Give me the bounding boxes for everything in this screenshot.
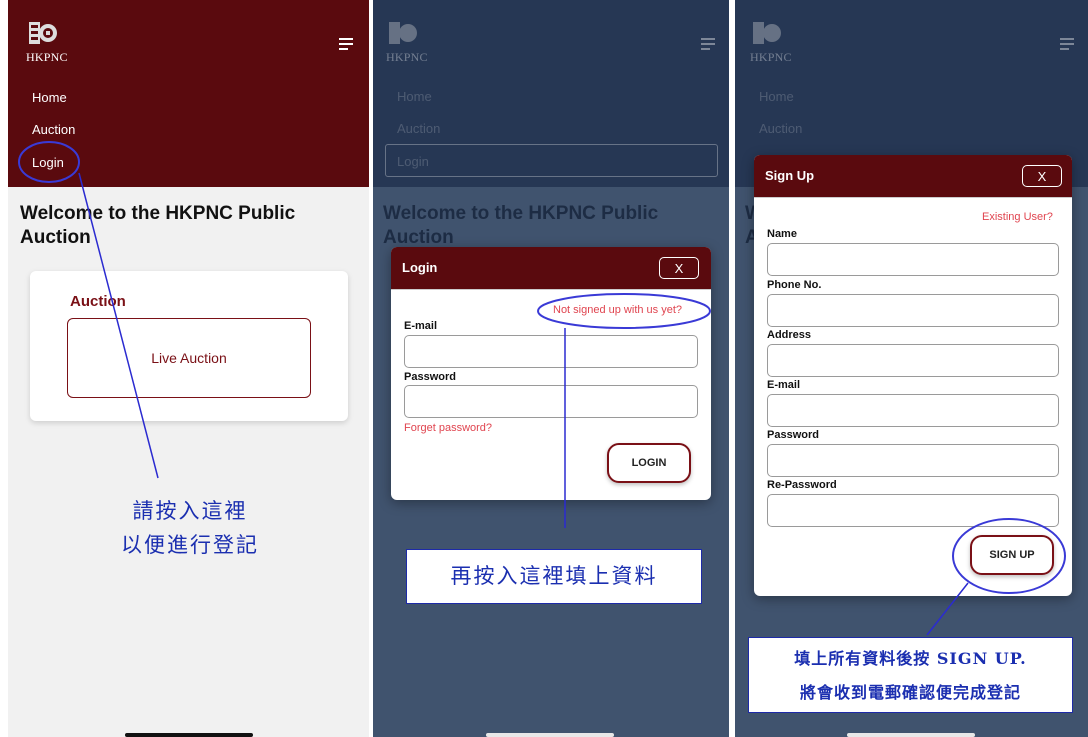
- screen-home: HKPNC Home Auction Login Welcome to the …: [8, 0, 369, 737]
- nav-auction: Auction: [759, 121, 803, 136]
- modal-title: Login: [402, 260, 438, 275]
- phone-label: Phone No.: [767, 279, 822, 291]
- address-field[interactable]: [767, 344, 1059, 377]
- email-label: E-mail: [404, 320, 438, 332]
- home-indicator: [847, 733, 975, 737]
- nav-auction[interactable]: Auction: [32, 122, 75, 137]
- nav-home: Home: [759, 89, 794, 104]
- forgot-password-link[interactable]: Forget password?: [404, 422, 492, 434]
- phone-field[interactable]: [767, 294, 1059, 327]
- login-modal: Login X Not signed up with us yet? E-mai…: [391, 247, 711, 500]
- hkpnc-logo: HKPNC: [750, 20, 791, 66]
- live-auction-button[interactable]: Live Auction: [67, 318, 311, 398]
- annotation-step1-line1: 請按入這裡: [132, 499, 248, 523]
- password-label: Password: [767, 429, 819, 441]
- annotation-step1: 請按入這裡 以便進行登記: [70, 494, 310, 562]
- annotation-step3-line2: 將會收到電郵確認便完成登記: [799, 683, 1021, 702]
- logo-emblem-icon: [29, 22, 57, 44]
- nav-login: Login: [397, 154, 429, 169]
- modal-header: Login X: [391, 247, 711, 289]
- modal-title: Sign Up: [765, 168, 815, 183]
- logo-text: HKPNC: [750, 50, 792, 64]
- menu-icon: [701, 38, 715, 50]
- login-button[interactable]: LOGIN: [607, 443, 691, 483]
- email-label: E-mail: [767, 379, 801, 391]
- card-title: Auction: [70, 293, 126, 310]
- hkpnc-logo[interactable]: HKPNC: [26, 20, 67, 66]
- home-indicator: [486, 733, 614, 737]
- signup-button[interactable]: SIGN UP: [970, 535, 1054, 575]
- repassword-field[interactable]: [767, 494, 1059, 527]
- page-title: Welcome to the HKPNC Public Auction: [20, 203, 296, 248]
- close-button[interactable]: X: [659, 257, 699, 279]
- logo-emblem-icon: [389, 22, 417, 44]
- home-indicator: [125, 733, 253, 737]
- email-field[interactable]: [404, 335, 698, 368]
- password-field[interactable]: [404, 385, 698, 418]
- annotation-step3: 填上所有資料後按 SIGN UP. 將會收到電郵確認便完成登記: [748, 637, 1073, 713]
- address-label: Address: [767, 329, 812, 341]
- repassword-label: Re-Password: [767, 479, 837, 491]
- header: HKPNC Home Auction Login: [8, 0, 369, 187]
- logo-text: HKPNC: [26, 50, 68, 64]
- nav-home: Home: [397, 89, 432, 104]
- password-label: Password: [404, 371, 456, 383]
- email-field[interactable]: [767, 394, 1059, 427]
- hkpnc-logo: HKPNC: [386, 20, 427, 66]
- auction-card: Auction Live Auction: [30, 271, 348, 421]
- nav-login[interactable]: Login: [32, 155, 64, 170]
- nav-home[interactable]: Home: [32, 90, 67, 105]
- annotation-step2: 再按入這裡填上資料: [406, 549, 702, 604]
- nav-auction: Auction: [397, 121, 441, 136]
- menu-icon[interactable]: [339, 38, 353, 50]
- annotation-step3-line1: 填上所有資料後按 SIGN UP.: [794, 649, 1027, 668]
- existing-user-link[interactable]: Existing User?: [982, 211, 1053, 223]
- header: HKPNC Home Auction Login: [373, 0, 729, 187]
- annotation-step1-line2: 以便進行登記: [121, 533, 259, 557]
- menu-icon: [1060, 38, 1074, 50]
- name-field[interactable]: [767, 243, 1059, 276]
- screen-signup: HKPNC Home Auction Welcome to the HKPNC …: [735, 0, 1088, 737]
- screen-login: HKPNC Home Auction Login Welcome to the …: [373, 0, 729, 737]
- nav-login-highlight: [385, 144, 718, 177]
- logo-emblem-icon: [753, 22, 781, 44]
- modal-header: Sign Up X: [754, 155, 1072, 197]
- password-field[interactable]: [767, 444, 1059, 477]
- close-button[interactable]: X: [1022, 165, 1062, 187]
- signup-modal: Sign Up X Existing User? Name Phone No. …: [754, 155, 1072, 596]
- page-title: Welcome to the HKPNC Public Auction: [383, 203, 659, 248]
- name-label: Name: [767, 228, 797, 240]
- logo-text: HKPNC: [386, 50, 428, 64]
- signup-link[interactable]: Not signed up with us yet?: [553, 304, 682, 316]
